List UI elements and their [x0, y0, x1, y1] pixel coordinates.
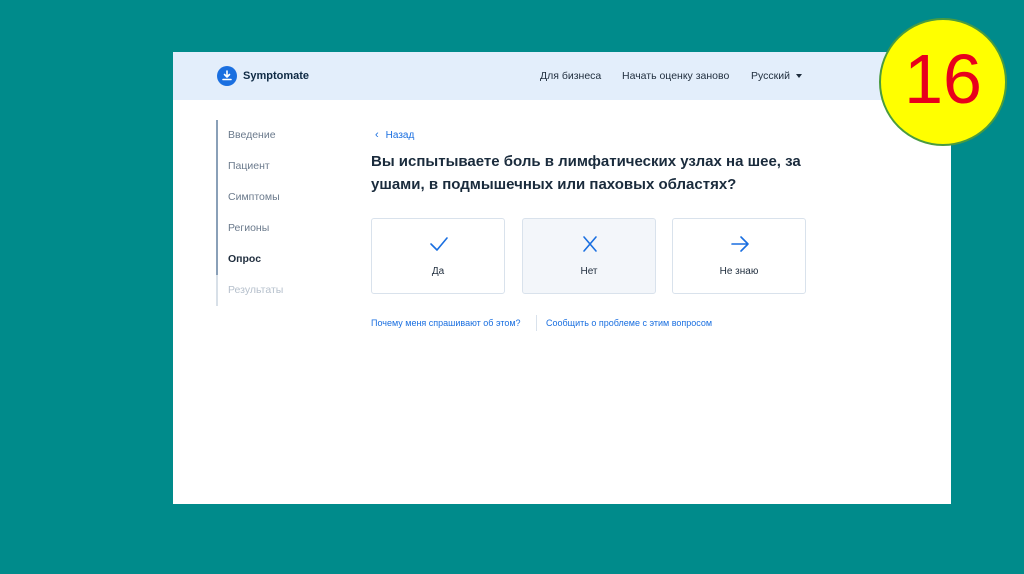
nav-restart-link[interactable]: Начать оценку заново: [622, 70, 729, 82]
sidebar-item-results: Результаты: [228, 284, 284, 296]
sidebar-item-symptoms[interactable]: Симптомы: [228, 191, 280, 203]
slide-number: 16: [904, 40, 982, 118]
sidebar-item-regions[interactable]: Регионы: [228, 222, 269, 234]
question-text: Вы испытываете боль в лимфатических узла…: [371, 153, 801, 193]
progress-indicator: [216, 120, 218, 275]
logo-icon: [217, 66, 237, 86]
check-icon: [430, 237, 448, 251]
back-label: Назад: [385, 129, 415, 141]
arrow-right-icon: [731, 236, 749, 252]
brand-name: Symptomate: [243, 70, 310, 82]
caret-down-icon: [795, 74, 802, 78]
back-link[interactable]: ‹ Назад: [375, 129, 414, 141]
why-asked-link[interactable]: Почему меня спрашивают об этом?: [371, 318, 521, 328]
top-navigation-bar: Symptomate Для бизнеса Начать оценку зан…: [173, 52, 951, 100]
sidebar-item-interview: Опрос: [228, 253, 262, 265]
progress-sidebar: Введение Пациент Симптомы Регионы Опрос …: [216, 120, 308, 306]
nav-for-business-link[interactable]: Для бизнеса: [540, 70, 601, 82]
language-selector[interactable]: Русский: [751, 70, 802, 82]
answer-no-button[interactable]: Нет: [522, 218, 656, 294]
cross-icon: [583, 236, 597, 252]
answer-no-label: Нет: [580, 266, 598, 277]
slide-number-badge: 16: [879, 18, 1007, 146]
report-problem-link[interactable]: Сообщить о проблеме с этим вопросом: [546, 318, 712, 328]
app-screen: Symptomate Для бизнеса Начать оценку зан…: [173, 52, 951, 504]
language-label: Русский: [751, 70, 790, 82]
sidebar-item-patient[interactable]: Пациент: [228, 160, 270, 172]
links-divider: [536, 315, 537, 331]
sidebar-item-intro[interactable]: Введение: [228, 129, 276, 141]
answer-yes-button[interactable]: Да: [371, 218, 505, 294]
chevron-left-icon: ‹: [375, 129, 379, 141]
answer-yes-label: Да: [431, 266, 445, 277]
answer-dont-know-label: Не знаю: [719, 266, 759, 277]
answer-dont-know-button[interactable]: Не знаю: [672, 218, 806, 294]
brand-logo[interactable]: Symptomate: [217, 66, 309, 86]
